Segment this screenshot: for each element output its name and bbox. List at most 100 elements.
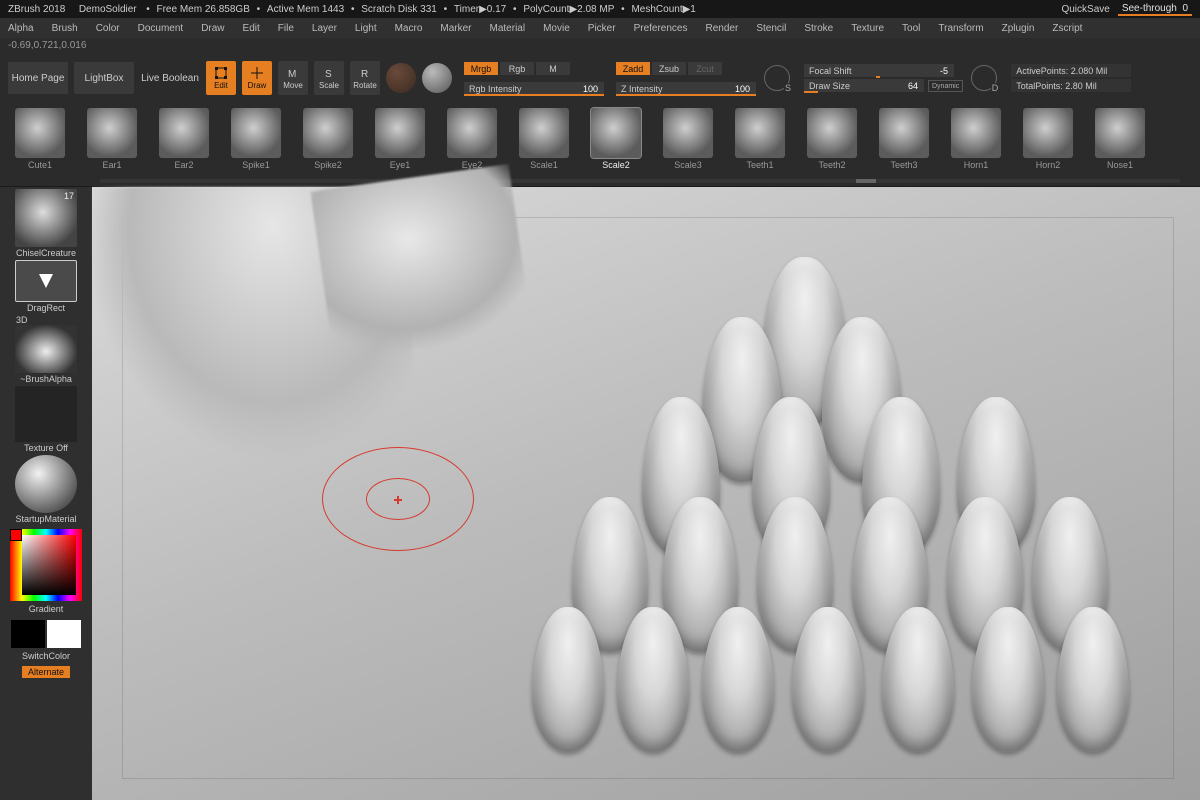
move-mode-button[interactable]: M Move: [278, 61, 308, 95]
top-toolbar: Home Page LightBox Live Boolean Edit Dra…: [0, 52, 1200, 104]
menu-draw[interactable]: Draw: [201, 23, 224, 34]
menu-edit[interactable]: Edit: [243, 23, 260, 34]
rotate-icon: R: [358, 66, 372, 80]
menu-material[interactable]: Material: [490, 23, 526, 34]
brush-cell-label: Horn1: [964, 160, 989, 170]
lightbox-button[interactable]: LightBox: [74, 62, 134, 94]
see-through-slider[interactable]: See-through 0: [1118, 3, 1192, 16]
brush-cell-spike1[interactable]: Spike1: [224, 108, 288, 170]
menu-tool[interactable]: Tool: [902, 23, 920, 34]
menu-stencil[interactable]: Stencil: [756, 23, 786, 34]
rotate-mode-button[interactable]: R Rotate: [350, 61, 380, 95]
draw-size-slider[interactable]: Draw Size64: [804, 79, 924, 92]
texture-preview[interactable]: [15, 386, 77, 442]
brush-thumb-icon: [807, 108, 857, 158]
stroke-preview[interactable]: [15, 260, 77, 302]
menu-light[interactable]: Light: [355, 23, 377, 34]
rgb-button[interactable]: Rgb: [500, 62, 534, 75]
brush-cell-cute1[interactable]: Cute1: [8, 108, 72, 170]
alpha-preview[interactable]: [15, 325, 77, 373]
brush-cell-label: Horn2: [1036, 160, 1061, 170]
menu-movie[interactable]: Movie: [543, 23, 570, 34]
brush-thumb-icon: [87, 108, 137, 158]
brush-thumb-icon: [15, 108, 65, 158]
rgb-intensity-slider[interactable]: Rgb Intensity100: [464, 82, 604, 95]
menu-render[interactable]: Render: [706, 23, 739, 34]
menu-marker[interactable]: Marker: [440, 23, 471, 34]
polycount: PolyCount▶2.08 MP: [523, 4, 614, 15]
brush-cell-scale3[interactable]: Scale3: [656, 108, 720, 170]
menu-bar: Alpha Brush Color Document Draw Edit File Layer…: [0, 18, 1200, 38]
zadd-button[interactable]: Zadd: [616, 62, 650, 75]
dynamic-toggle[interactable]: Dynamic: [928, 80, 963, 92]
brush-cell-eye1[interactable]: Eye1: [368, 108, 432, 170]
switch-color-button[interactable]: SwitchColor: [22, 651, 70, 661]
model-scales-cluster: [502, 247, 1142, 800]
brush-cell-ear2[interactable]: Ear2: [152, 108, 216, 170]
menu-texture[interactable]: Texture: [851, 23, 884, 34]
menu-color[interactable]: Color: [96, 23, 120, 34]
color-swatch-main[interactable]: [11, 620, 45, 648]
brush-thumb-icon: [1023, 108, 1073, 158]
current-color-swatch: [10, 529, 22, 541]
menu-file[interactable]: File: [278, 23, 294, 34]
brush-cell-scale2[interactable]: Scale2: [584, 108, 648, 170]
perspective-toggle[interactable]: [422, 63, 452, 93]
alpha-label: ~BrushAlpha: [20, 374, 72, 384]
brush-cell-ear1[interactable]: Ear1: [80, 108, 144, 170]
menu-stroke[interactable]: Stroke: [804, 23, 833, 34]
z-intensity-slider[interactable]: Z Intensity100: [616, 82, 756, 95]
menu-picker[interactable]: Picker: [588, 23, 616, 34]
menu-layer[interactable]: Layer: [312, 23, 337, 34]
brush-cell-spike2[interactable]: Spike2: [296, 108, 360, 170]
sculptris-toggle[interactable]: [386, 63, 416, 93]
brush-preview[interactable]: 17: [15, 189, 77, 247]
brush-cell-teeth2[interactable]: Teeth2: [800, 108, 864, 170]
brush-cell-label: Spike1: [242, 160, 270, 170]
quicksave-button[interactable]: QuickSave: [1053, 4, 1117, 15]
color-swatch-secondary[interactable]: [47, 620, 81, 648]
brush-cell-label: Scale2: [602, 160, 630, 170]
m-button[interactable]: M: [536, 62, 570, 75]
mrgb-button[interactable]: Mrgb: [464, 62, 498, 75]
brush-shelf-scrollbar[interactable]: [100, 179, 1180, 183]
focal-shift-slider[interactable]: Focal Shift-5: [804, 64, 954, 77]
menu-zplugin[interactable]: Zplugin: [1002, 23, 1035, 34]
brush-cell-label: Teeth1: [746, 160, 773, 170]
brush-cell-horn1[interactable]: Horn1: [944, 108, 1008, 170]
menu-zscript[interactable]: Zscript: [1052, 23, 1082, 34]
brush-cell-horn2[interactable]: Horn2: [1016, 108, 1080, 170]
zsub-button[interactable]: Zsub: [652, 62, 686, 75]
scale-mode-button[interactable]: S Scale: [314, 61, 344, 95]
viewport-canvas[interactable]: [92, 187, 1200, 800]
brush-cell-eye2[interactable]: Eye2: [440, 108, 504, 170]
menu-preferences[interactable]: Preferences: [634, 23, 688, 34]
zcut-button[interactable]: Zcut: [688, 62, 722, 75]
live-boolean-button[interactable]: Live Boolean: [140, 62, 200, 94]
brush-thumb-icon: [1095, 108, 1145, 158]
brush-cell-teeth3[interactable]: Teeth3: [872, 108, 936, 170]
menu-brush[interactable]: Brush: [52, 23, 78, 34]
brush-cell-label: Scale3: [674, 160, 702, 170]
menu-document[interactable]: Document: [138, 23, 184, 34]
brush-label: ChiselCreature: [16, 248, 76, 258]
gradient-label[interactable]: Gradient: [29, 604, 64, 614]
scale-instance: [702, 607, 774, 752]
edit-mode-button[interactable]: Edit: [206, 61, 236, 95]
draw-mode-button[interactable]: Draw: [242, 61, 272, 95]
menu-macro[interactable]: Macro: [395, 23, 423, 34]
d-dial[interactable]: D: [971, 65, 997, 91]
home-page-button[interactable]: Home Page: [8, 62, 68, 94]
brush-cell-teeth1[interactable]: Teeth1: [728, 108, 792, 170]
brush-cell-nose1[interactable]: Nose1: [1088, 108, 1152, 170]
alpha-header-label: 3D: [16, 315, 28, 325]
color-picker[interactable]: [10, 529, 82, 601]
brush-cell-scale1[interactable]: Scale1: [512, 108, 576, 170]
active-mem: Active Mem 1443: [267, 4, 344, 15]
brush-thumb-icon: [735, 108, 785, 158]
material-preview[interactable]: [15, 455, 77, 513]
menu-transform[interactable]: Transform: [938, 23, 983, 34]
s-dial[interactable]: S: [764, 65, 790, 91]
alternate-button[interactable]: Alternate: [22, 666, 70, 678]
menu-alpha[interactable]: Alpha: [8, 23, 34, 34]
